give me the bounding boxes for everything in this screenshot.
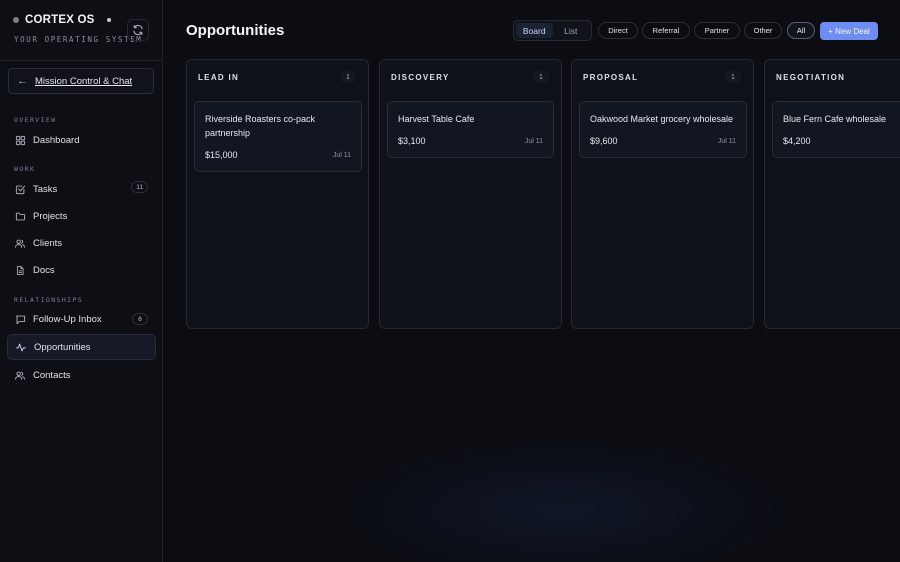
- column-count: 1: [533, 71, 549, 83]
- main-content: Opportunities Board List Direct Referral…: [163, 0, 900, 562]
- sidebar-item-label: Clients: [33, 237, 63, 249]
- deal-amount: $15,000: [205, 150, 238, 160]
- follow-up-count-badge: 6: [132, 313, 148, 325]
- sidebar-item-projects[interactable]: Projects: [7, 203, 156, 229]
- deal-card[interactable]: Oakwood Market grocery wholesale $9,600 …: [579, 101, 747, 158]
- deal-card[interactable]: Harvest Table Cafe $3,100 Jul 11: [387, 101, 554, 158]
- sidebar-divider: [0, 60, 163, 61]
- document-icon: [14, 264, 26, 276]
- view-list-button[interactable]: List: [553, 23, 590, 38]
- refresh-icon: [133, 24, 143, 36]
- grid-icon: [14, 134, 26, 146]
- column-negotiation: NEGOTIATION Blue Fern Cafe wholesale $4,…: [764, 59, 900, 329]
- sidebar: CORTEX OS YOUR OPERATING SYSTEM ← Missio…: [0, 0, 163, 562]
- sidebar-item-follow-up-inbox[interactable]: Follow-Up Inbox 6: [7, 306, 156, 332]
- sidebar-item-label: Contacts: [33, 369, 71, 381]
- checkbox-icon: [14, 183, 26, 195]
- view-board-button[interactable]: Board: [516, 23, 553, 38]
- column-count: 1: [725, 71, 741, 83]
- column-title: DISCOVERY: [391, 73, 450, 82]
- folder-icon: [14, 210, 26, 222]
- sidebar-item-dashboard[interactable]: Dashboard: [7, 127, 156, 153]
- filter-partner[interactable]: Partner: [694, 22, 740, 39]
- brand: CORTEX OS: [13, 14, 111, 26]
- section-label-relationships: RELATIONSHIPS: [14, 296, 84, 304]
- sidebar-item-contacts[interactable]: Contacts: [7, 362, 156, 388]
- tasks-count-badge: 11: [131, 181, 148, 193]
- brand-name: CORTEX OS: [25, 14, 95, 26]
- sidebar-item-label: Projects: [33, 210, 68, 222]
- filter-direct[interactable]: Direct: [598, 22, 638, 39]
- deal-date: Jul 11: [332, 151, 351, 159]
- filter-referral[interactable]: Referral: [642, 22, 690, 39]
- arrow-left-icon: ←: [17, 75, 28, 87]
- deal-date: Jul 11: [524, 137, 543, 145]
- sidebar-item-clients[interactable]: Clients: [7, 230, 156, 256]
- deal-title: Oakwood Market grocery wholesale: [590, 114, 734, 124]
- filter-all[interactable]: All: [787, 22, 815, 39]
- deal-date: Jul 11: [717, 137, 736, 145]
- deal-title: Blue Fern Cafe wholesale: [783, 114, 887, 124]
- sidebar-item-label: Docs: [33, 264, 55, 276]
- sidebar-item-docs[interactable]: Docs: [7, 257, 156, 283]
- section-label-overview: OVERVIEW: [14, 116, 57, 124]
- deal-amount: $3,100: [398, 136, 426, 146]
- activity-icon: [15, 341, 27, 353]
- deal-amount: $4,200: [783, 136, 811, 146]
- refresh-button[interactable]: [127, 19, 149, 41]
- page-title: Opportunities: [186, 22, 285, 39]
- brand-live-indicator: [106, 18, 111, 22]
- view-toggle: Board List: [513, 20, 592, 41]
- column-title: PROPOSAL: [583, 73, 639, 82]
- users-icon: [14, 369, 26, 381]
- mission-control-label: Mission Control & Chat: [35, 75, 133, 87]
- sidebar-item-label: Dashboard: [33, 134, 80, 146]
- column-discovery: DISCOVERY 1 Harvest Table Cafe $3,100 Ju…: [379, 59, 562, 329]
- new-deal-button[interactable]: + New Deal: [820, 22, 878, 40]
- deal-card[interactable]: Blue Fern Cafe wholesale $4,200: [772, 101, 900, 158]
- sidebar-item-label: Tasks: [33, 183, 58, 195]
- column-title: NEGOTIATION: [776, 73, 846, 82]
- users-icon: [14, 237, 26, 249]
- brand-tagline: YOUR OPERATING SYSTEM: [14, 35, 143, 44]
- filter-other[interactable]: Other: [744, 22, 782, 39]
- column-count: 1: [340, 71, 356, 83]
- sidebar-item-label: Opportunities: [34, 341, 91, 353]
- column-lead-in: LEAD IN 1 Riverside Roasters co-pack par…: [186, 59, 369, 329]
- sidebar-item-tasks[interactable]: Tasks 11: [7, 176, 156, 202]
- section-label-work: WORK: [14, 165, 36, 173]
- column-proposal: PROPOSAL 1 Oakwood Market grocery wholes…: [571, 59, 754, 329]
- deal-title: Harvest Table Cafe: [398, 114, 475, 124]
- app-root: CORTEX OS YOUR OPERATING SYSTEM ← Missio…: [0, 0, 900, 562]
- mission-control-button[interactable]: ← Mission Control & Chat: [8, 68, 154, 94]
- column-title: LEAD IN: [198, 73, 240, 82]
- deal-card[interactable]: Riverside Roasters co-pack partnership $…: [194, 101, 362, 172]
- deal-amount: $9,600: [590, 136, 618, 146]
- sidebar-item-label: Follow-Up Inbox: [33, 313, 102, 325]
- message-square-icon: [14, 313, 26, 325]
- sidebar-item-opportunities[interactable]: Opportunities: [7, 334, 156, 360]
- brand-status-dot: [13, 17, 19, 23]
- deal-title: Riverside Roasters co-pack partnership: [205, 114, 316, 138]
